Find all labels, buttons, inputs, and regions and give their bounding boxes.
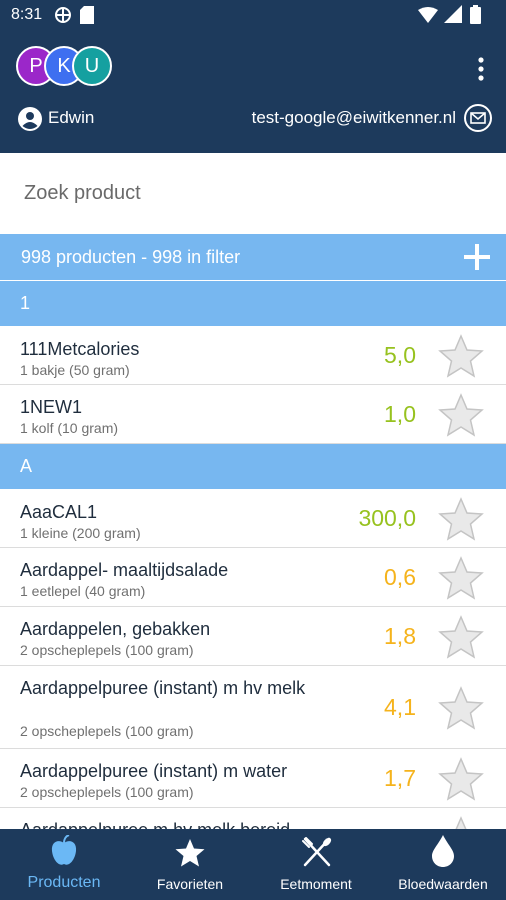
product-value: 1,0 <box>384 400 416 427</box>
product-portion: 2 opscheplepels (100 gram) <box>20 723 194 739</box>
list-item[interactable]: Aardappel- maaltijdsalade 1 eetlepel (40… <box>0 548 506 607</box>
status-bar: 8:31 <box>0 0 506 32</box>
section-header: 1 <box>0 281 506 327</box>
list-item[interactable]: 111Metcalories 1 bakje (50 gram) 5,0 <box>0 327 506 385</box>
bottom-navigation: Producten Favorieten Eetmoment Bloedwaar… <box>0 829 506 900</box>
product-value: 300,0 <box>358 505 416 531</box>
product-value: 1,8 <box>384 622 416 649</box>
filter-count: 998 producten - 998 in filter <box>21 247 241 267</box>
favorite-star-icon[interactable] <box>438 392 484 437</box>
favorite-star-icon[interactable] <box>438 555 484 600</box>
product-name: AaaCAL1 <box>20 502 98 522</box>
nav-label-favorieten: Favorieten <box>156 876 224 892</box>
app-logo: P K U <box>16 46 112 86</box>
favorite-star-icon[interactable] <box>438 497 484 541</box>
product-portion: 2 opscheplepels (100 gram) <box>20 642 194 658</box>
product-name: 111Metcalories <box>20 339 140 359</box>
product-name: Aardappelpuree (instant) m hv melk <box>20 678 306 698</box>
product-value: 4,1 <box>384 693 416 720</box>
product-portion: 2 opscheplepels (100 gram) <box>20 784 194 800</box>
favorite-star-icon[interactable] <box>438 756 484 801</box>
blood-drop-icon <box>432 835 454 867</box>
user-email: test-google@eiwitkenner.nl <box>251 108 456 127</box>
logo-letter-u: U <box>72 46 112 86</box>
overflow-menu-icon[interactable] <box>476 56 486 82</box>
product-portion: 1 kolf (10 gram) <box>20 420 119 436</box>
nav-bloedwaarden[interactable]: Bloedwaarden <box>380 829 506 900</box>
account-icon <box>18 107 42 131</box>
user-name: Edwin <box>48 108 95 127</box>
product-name: 1NEW1 <box>20 397 83 417</box>
list-item[interactable]: Aardappelpuree m hv melk bereid <box>0 808 506 829</box>
product-portion: 1 kleine (200 gram) <box>20 525 141 541</box>
search-bar <box>0 153 506 233</box>
nav-producten[interactable]: Producten <box>0 829 128 900</box>
battery-icon <box>470 5 481 24</box>
product-name: Aardappel- maaltijdsalade <box>20 560 229 580</box>
sd-card-icon <box>80 6 94 24</box>
list-item[interactable]: Aardappelen, gebakken 2 opscheplepels (1… <box>0 607 506 666</box>
favorite-star-icon[interactable] <box>438 685 484 730</box>
product-value: 1,7 <box>384 764 416 791</box>
nav-favorieten[interactable]: Favorieten <box>128 829 252 900</box>
product-name: Aardappelen, gebakken <box>20 619 211 639</box>
mail-icon[interactable] <box>464 104 492 132</box>
product-value: 0,6 <box>384 563 416 590</box>
add-product-icon[interactable] <box>464 244 490 270</box>
star-icon <box>175 839 205 867</box>
sync-icon <box>55 7 71 23</box>
list-item[interactable]: AaaCAL1 1 kleine (200 gram) 300,0 <box>0 490 506 548</box>
product-list[interactable]: 1 111Metcalories 1 bakje (50 gram) 5,0 1… <box>0 281 506 829</box>
filter-bar: 998 producten - 998 in filter <box>0 234 506 280</box>
wifi-icon <box>418 7 438 23</box>
list-item[interactable]: Aardappelpuree (instant) m hv melk 2 ops… <box>0 666 506 749</box>
list-item[interactable]: 1NEW1 1 kolf (10 gram) 1,0 <box>0 385 506 444</box>
product-value: 5,0 <box>384 342 416 368</box>
apple-icon <box>51 835 77 865</box>
product-name: Aardappelpuree m hv melk bereid <box>20 819 290 829</box>
favorite-star-icon[interactable] <box>438 614 484 659</box>
cutlery-icon <box>302 837 332 867</box>
search-input[interactable] <box>24 173 484 213</box>
nav-label-eetmoment: Eetmoment <box>280 876 352 892</box>
product-portion: 1 eetlepel (40 gram) <box>20 583 146 599</box>
nav-eetmoment[interactable]: Eetmoment <box>252 829 380 900</box>
favorite-star-icon[interactable] <box>438 815 484 830</box>
product-portion: 1 bakje (50 gram) <box>20 362 130 378</box>
list-item[interactable]: Aardappelpuree (instant) m water 2 opsch… <box>0 749 506 808</box>
section-header: A <box>0 444 506 490</box>
app-header: 8:31 P K U Edwin test-google@eiwitkenner… <box>0 0 506 153</box>
nav-label-producten: Producten <box>27 874 101 891</box>
favorite-star-icon[interactable] <box>438 334 484 378</box>
status-time: 8:31 <box>11 6 43 23</box>
nav-label-bloedwaarden: Bloedwaarden <box>398 876 488 892</box>
product-name: Aardappelpuree (instant) m water <box>20 761 288 781</box>
signal-icon <box>444 5 462 23</box>
